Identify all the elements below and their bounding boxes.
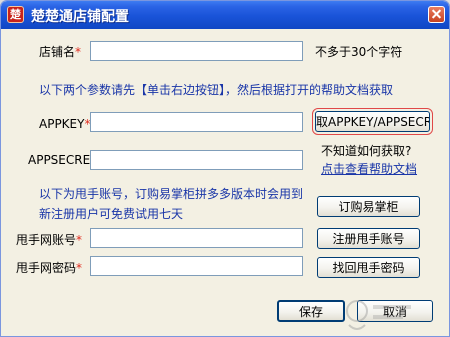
shop-name-label-text: 店铺名 [39, 45, 76, 59]
register-button[interactable]: 注册甩手账号 [317, 228, 420, 249]
appsecret-input[interactable] [90, 150, 303, 170]
appsecret-label: APPSECRET [28, 153, 98, 167]
password-label: 甩手网密码* [16, 259, 82, 276]
recover-password-button[interactable]: 找回甩手密码 [317, 257, 420, 278]
app-icon: 楚 [7, 6, 24, 23]
help-doc-link[interactable]: 点击查看帮助文档 [321, 160, 417, 177]
title-bar[interactable]: 楚 楚楚通店铺配置 [1, 1, 449, 29]
password-label-text: 甩手网密码 [16, 261, 77, 275]
account-label: 甩手网账号* [16, 231, 82, 248]
get-appkey-button[interactable]: 取APPKEY/APPSECRET [312, 108, 433, 135]
required-mark: * [76, 261, 83, 275]
required-mark: * [75, 45, 82, 59]
order-button[interactable]: 订购易掌柜 [317, 196, 420, 217]
password-input[interactable] [90, 256, 303, 276]
account-input[interactable] [90, 228, 303, 248]
required-mark: * [76, 233, 83, 247]
dont-know-text: 不知道如何获取? [321, 144, 412, 158]
window-title: 楚楚通店铺配置 [31, 9, 129, 25]
save-button[interactable]: 保存 [277, 300, 345, 322]
close-icon[interactable] [428, 6, 445, 23]
appkey-label-text: APPKEY [39, 117, 85, 131]
shop-name-input[interactable] [90, 41, 303, 61]
appkey-input[interactable] [90, 112, 303, 132]
shop-name-label: 店铺名* [39, 43, 81, 60]
shop-name-hint: 不多于30个字符 [315, 45, 403, 59]
dialog-window: 楚 楚楚通店铺配置 店铺名* 不多于30个字符 以下两个参数请先【单击右边按钮】… [0, 0, 450, 337]
instruction-text-3: 新注册用户可免费试用七天 [39, 207, 184, 221]
account-label-text: 甩手网账号 [16, 233, 77, 247]
instruction-text-2: 以下为甩手账号，订购易掌柜拼多多版本时会用到 [39, 187, 304, 201]
app-icon-glyph: 楚 [10, 8, 21, 21]
appkey-label: APPKEY* [39, 117, 90, 131]
cancel-button[interactable]: 取消 [357, 300, 433, 322]
instruction-text-1: 以下两个参数请先【单击右边按钮】，然后根据打开的帮助文档获取 [39, 83, 394, 97]
